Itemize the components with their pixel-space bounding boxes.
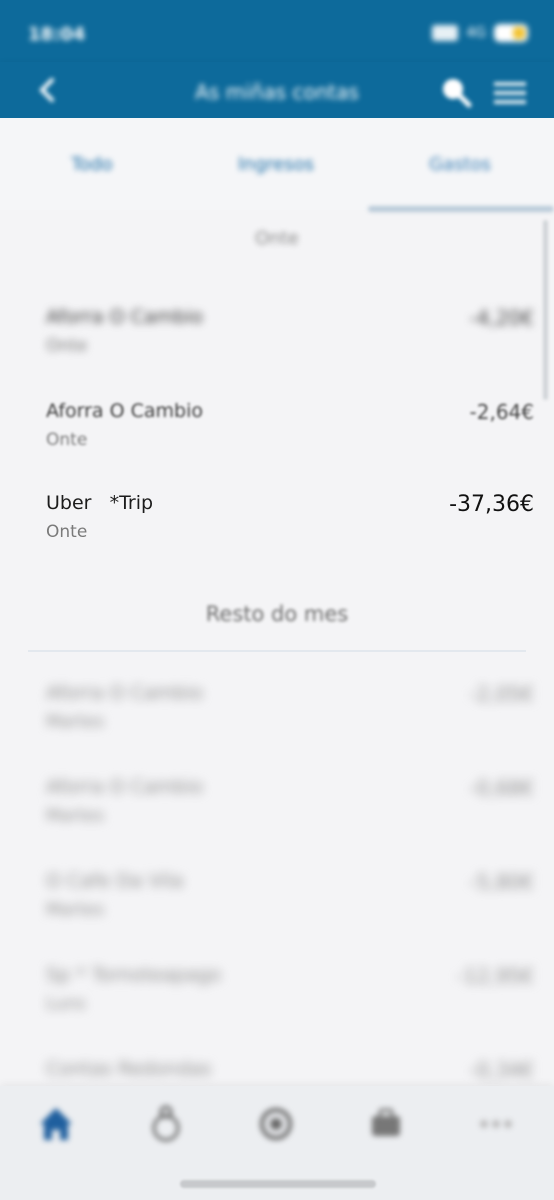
transaction-date: Onte <box>46 430 88 450</box>
status-icons: 4G <box>432 24 528 42</box>
transaction-amount: -0,68€ <box>469 776 534 800</box>
transaction-row[interactable]: Aforra O Cambio Onte -2,64€ <box>46 400 534 464</box>
section-divider <box>28 650 526 652</box>
section-header-rest-of-month: Resto do mes <box>205 602 349 626</box>
transaction-amount: -2,05€ <box>469 682 534 706</box>
transaction-row[interactable]: Aforra O Cambio Martes -2,05€ <box>46 682 534 746</box>
transaction-row[interactable]: Sp * Tornoteapago Luns -12,95€ <box>46 964 534 1028</box>
piggy-bank-icon[interactable] <box>146 1104 186 1144</box>
tab-selected-indicator <box>368 206 554 212</box>
status-time: 18:04 <box>28 24 86 45</box>
transaction-date: Luns <box>46 994 86 1014</box>
signal-icon <box>432 25 459 41</box>
transaction-date: Onte <box>46 336 88 356</box>
transaction-amount: -0,34€ <box>469 1058 534 1082</box>
transaction-date: Martes <box>46 900 105 920</box>
home-indicator <box>180 1180 376 1188</box>
transaction-date: Martes <box>46 712 105 732</box>
transaction-amount: -2,64€ <box>469 400 534 424</box>
section-header-yesterday: Onte <box>255 228 299 249</box>
tab-all[interactable]: Todo <box>0 118 184 210</box>
transaction-merchant: Aforra O Cambio <box>46 776 203 798</box>
transaction-amount: -5,80€ <box>469 870 534 894</box>
transaction-amount: -4,20€ <box>469 306 534 330</box>
transaction-merchant: O Cafe Da Vila <box>46 870 184 892</box>
more-icon[interactable] <box>476 1104 516 1144</box>
tab-income[interactable]: Ingresos <box>184 118 368 210</box>
transaction-merchant: Aforra O Cambio <box>46 306 203 328</box>
transaction-row[interactable]: Uber *Trip Onte -37,36€ <box>46 492 534 556</box>
briefcase-icon[interactable] <box>366 1104 406 1144</box>
transaction-date: Martes <box>46 806 105 826</box>
transaction-row[interactable]: Aforra O Cambio Martes -0,68€ <box>46 776 534 840</box>
app-header: As miñas contas <box>0 62 554 118</box>
filter-menu-icon[interactable] <box>494 80 526 106</box>
tab-bar: Todo Ingresos Gastos <box>0 118 554 212</box>
transaction-amount: -37,36€ <box>449 492 534 517</box>
transaction-merchant: Uber *Trip <box>46 492 154 514</box>
network-label: 4G <box>466 25 486 41</box>
transaction-merchant: Sp * Tornoteapago <box>46 964 222 986</box>
transaction-row[interactable]: Aforra O Cambio Onte -4,20€ <box>46 306 534 370</box>
tab-expenses[interactable]: Gastos <box>368 118 552 210</box>
transaction-amount: -12,95€ <box>456 964 534 988</box>
transaction-date: Onte <box>46 522 88 542</box>
settings-icon[interactable] <box>256 1104 296 1144</box>
search-icon[interactable] <box>440 76 472 108</box>
transaction-merchant: Contas Redondas <box>46 1058 212 1080</box>
transaction-merchant: Aforra O Cambio <box>46 400 203 422</box>
battery-icon <box>494 24 528 42</box>
transaction-row[interactable]: O Cafe Da Vila Martes -5,80€ <box>46 870 534 934</box>
transaction-merchant: Aforra O Cambio <box>46 682 203 704</box>
status-bar: 18:04 4G <box>0 0 554 62</box>
home-icon[interactable] <box>36 1104 76 1144</box>
